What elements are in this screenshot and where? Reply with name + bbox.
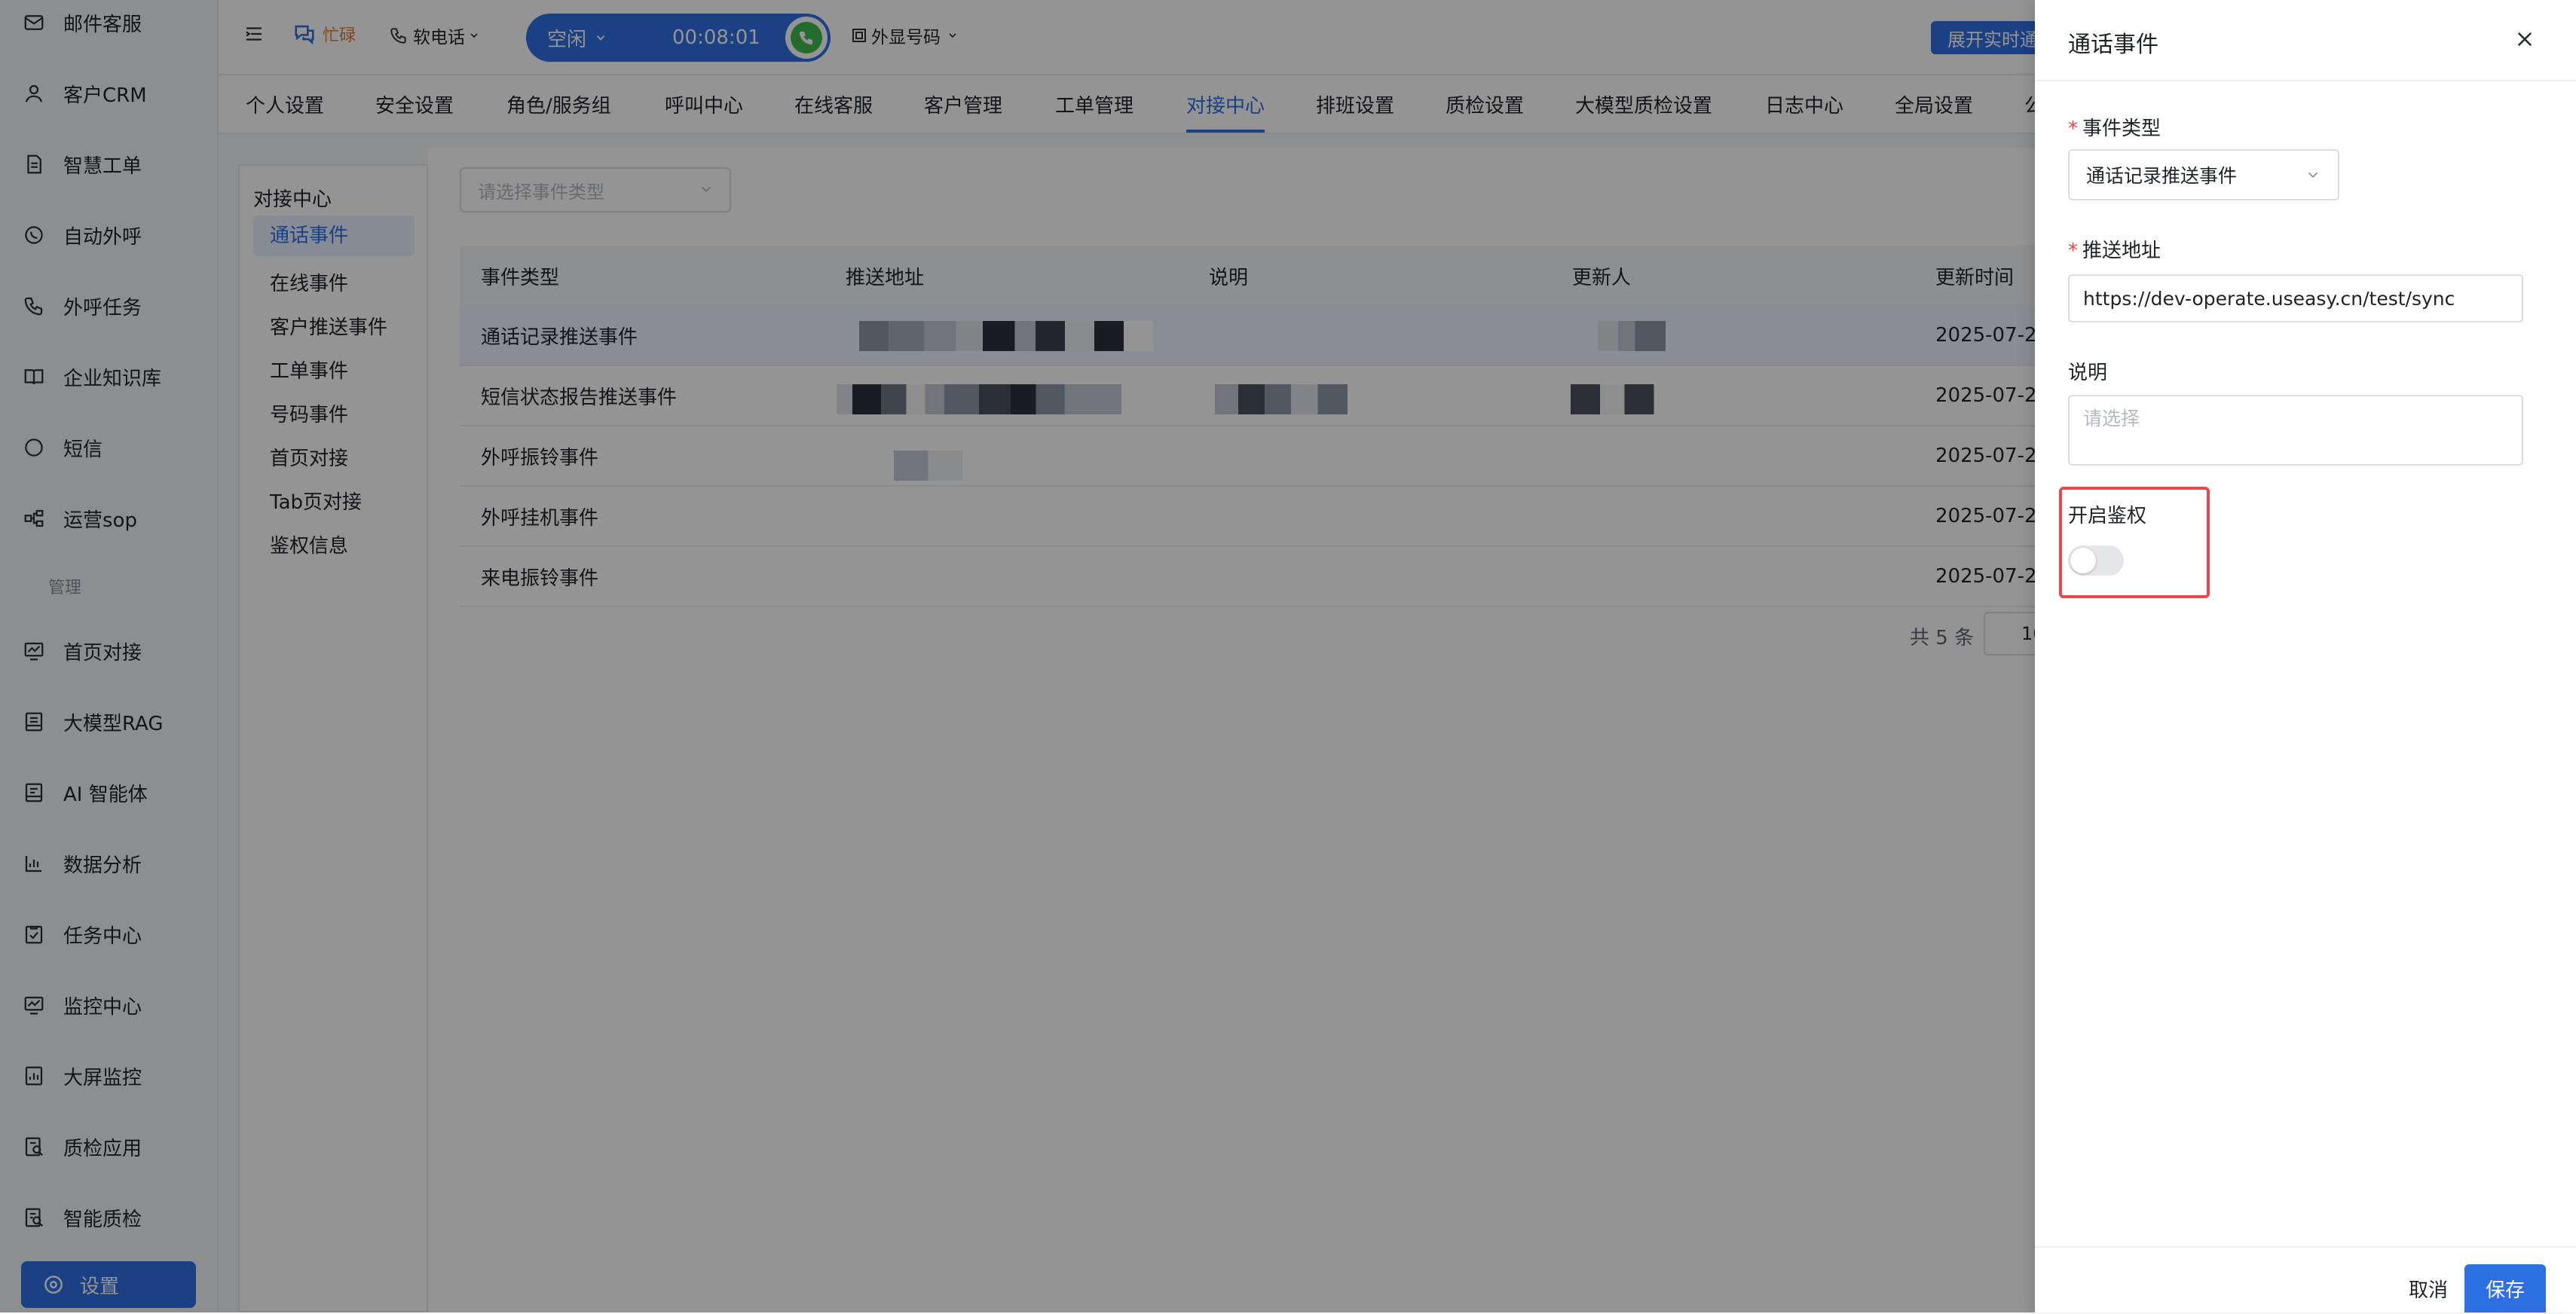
cancel-button[interactable]: 取消 xyxy=(2395,1264,2461,1312)
push-url-input[interactable] xyxy=(2068,274,2523,322)
toggle-knob xyxy=(2070,548,2096,573)
save-button[interactable]: 保存 xyxy=(2464,1264,2546,1312)
required-mark: * xyxy=(2068,240,2078,262)
drawer-title: 通话事件 xyxy=(2068,32,2158,58)
drawer-header: 通话事件 xyxy=(2035,0,2576,81)
push-url-field-label: * 推送地址 xyxy=(2068,235,2161,263)
event-type-selected-value: 通话记录推送事件 xyxy=(2086,165,2238,187)
event-type-field-label: * 事件类型 xyxy=(2068,113,2161,141)
event-type-label-text: 事件类型 xyxy=(2082,118,2161,140)
description-textarea[interactable] xyxy=(2068,395,2523,466)
close-icon[interactable] xyxy=(2510,24,2540,54)
push-url-label-text: 推送地址 xyxy=(2082,240,2161,262)
chevron-down-icon xyxy=(2305,166,2321,188)
call-event-drawer: 通话事件 *事件类型 通话记录推送事件 *推送地址 说明 开启鉴权 取消 保存 xyxy=(2035,0,2576,1312)
description-label: 说明 xyxy=(2068,362,2108,384)
required-mark: * xyxy=(2068,118,2078,140)
event-type-select[interactable]: 通话记录推送事件 xyxy=(2068,149,2339,200)
enable-auth-label: 开启鉴权 xyxy=(2068,505,2147,527)
modal-overlay[interactable] xyxy=(0,0,2035,1312)
enable-auth-toggle[interactable] xyxy=(2068,545,2124,576)
